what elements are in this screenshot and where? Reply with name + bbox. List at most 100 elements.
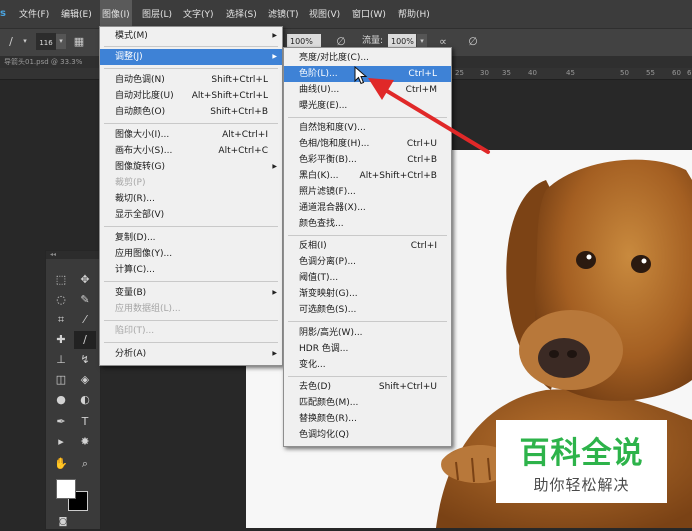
menu-item-channel-mixer[interactable]: 通道混合器(X)... bbox=[284, 200, 451, 216]
clone-stamp-tool-icon[interactable]: ⊥ bbox=[50, 351, 72, 369]
menu-item-invert[interactable]: 反相(I) Ctrl+I bbox=[284, 238, 451, 254]
ruler-tick: 40 bbox=[528, 69, 537, 77]
menu-type[interactable]: 文字(Y) bbox=[183, 0, 214, 28]
menu-view[interactable]: 视图(V) bbox=[309, 0, 340, 28]
eyedropper-tool-icon[interactable]: ⁄ bbox=[74, 311, 96, 329]
dodge-tool-icon[interactable]: ◐ bbox=[74, 391, 96, 409]
submenu-arrow-icon: ▶ bbox=[272, 350, 277, 357]
menu-separator bbox=[288, 376, 447, 377]
menu-separator bbox=[288, 321, 447, 322]
menu-item-trap: 陷印(T)... bbox=[115, 326, 155, 336]
document-tab[interactable]: 导箭头01.psd @ 33.3% bbox=[0, 56, 82, 68]
blur-tool-icon[interactable]: ● bbox=[50, 391, 72, 409]
paint-bucket-tool-icon[interactable]: ◈ bbox=[74, 371, 96, 389]
menu-separator bbox=[104, 46, 278, 47]
menu-separator bbox=[104, 226, 278, 227]
menu-help[interactable]: 帮助(H) bbox=[398, 0, 430, 28]
menu-separator bbox=[104, 320, 278, 321]
menu-item-color-lookup[interactable]: 颜色查找... bbox=[284, 216, 451, 232]
quick-mask-icon[interactable]: ◙ bbox=[52, 513, 74, 531]
menu-item-trim[interactable]: 裁切(R)... bbox=[100, 191, 282, 207]
tools-panel-header[interactable]: ◂◂ bbox=[46, 251, 100, 259]
watermark-title: 百科全说 bbox=[519, 436, 644, 471]
menu-filter[interactable]: 滤镜(T) bbox=[268, 0, 299, 28]
ruler-tick: 50 bbox=[620, 69, 629, 77]
tool-preset-dropdown[interactable]: ▾ bbox=[20, 34, 30, 49]
menu-item-analysis[interactable]: 分析(A) ▶ bbox=[100, 346, 282, 362]
ruler-tick: 55 bbox=[646, 69, 655, 77]
brush-panel-icon[interactable]: ▦ bbox=[70, 34, 88, 50]
menu-select[interactable]: 选择(S) bbox=[226, 0, 257, 28]
tools-panel: ◂◂ ⬚ ✥ ◌ ✎ ⌗ ⁄ ✚ ∕ ⊥ ↯ ◫ ◈ ● ◐ ✒ T ▸ ✸ ✋… bbox=[45, 250, 101, 530]
watermark-subtitle: 助你轻松解决 bbox=[533, 476, 630, 494]
submenu-arrow-icon: ▶ bbox=[272, 53, 277, 60]
menu-layer[interactable]: 图层(L) bbox=[142, 0, 172, 28]
zoom-tool-icon[interactable]: ⌕ bbox=[74, 455, 96, 473]
menu-item-brightness-contrast[interactable]: 亮度/对比度(C)... bbox=[284, 50, 451, 66]
menu-item-photo-filter[interactable]: 照片滤镜(F)... bbox=[284, 184, 451, 200]
menu-item-shadows-highlights[interactable]: 阴影/高光(W)... bbox=[284, 325, 451, 341]
crop-tool-icon[interactable]: ⌗ bbox=[50, 311, 72, 329]
brush-tool-icon[interactable]: ∕ bbox=[2, 34, 20, 50]
custom-shape-tool-icon[interactable]: ✸ bbox=[74, 433, 96, 451]
quick-select-tool-icon[interactable]: ✎ bbox=[74, 291, 96, 309]
menu-item-threshold[interactable]: 阈值(T)... bbox=[284, 270, 451, 286]
menu-item-match-color[interactable]: 匹配颜色(M)... bbox=[284, 395, 451, 411]
menu-item-equalize[interactable]: 色调均化(Q) bbox=[284, 427, 451, 443]
red-arrow-annotation-icon bbox=[368, 78, 490, 154]
menu-item-desaturate[interactable]: 去色(D) Shift+Ctrl+U bbox=[284, 379, 451, 395]
menu-item-apply-data-set: 应用数据组(L)... bbox=[115, 304, 181, 314]
menu-separator bbox=[104, 342, 278, 343]
menu-item-crop: 裁剪(P) bbox=[115, 178, 146, 188]
ruler-tick: 65 bbox=[687, 69, 692, 77]
eraser-tool-icon[interactable]: ◫ bbox=[50, 371, 72, 389]
type-tool-icon[interactable]: T bbox=[74, 413, 96, 431]
menu-window[interactable]: 窗口(W) bbox=[352, 0, 386, 28]
brush-size-dropdown[interactable]: ▾ bbox=[56, 34, 66, 49]
move-tool-icon[interactable]: ✥ bbox=[74, 271, 96, 289]
menu-item-variations[interactable]: 变化... bbox=[284, 357, 451, 373]
brush-size-preview[interactable]: 116 bbox=[36, 33, 56, 50]
menu-item-image-rotation[interactable]: 图像旋转(G) ▶ bbox=[100, 159, 282, 175]
menu-separator bbox=[104, 281, 278, 282]
menu-item-black-white[interactable]: 黑白(K)... Alt+Shift+Ctrl+B bbox=[284, 168, 451, 184]
menu-file[interactable]: 文件(F) bbox=[19, 0, 49, 28]
ruler-tick: 45 bbox=[566, 69, 575, 77]
menu-edit[interactable]: 编辑(E) bbox=[61, 0, 92, 28]
history-brush-tool-icon[interactable]: ↯ bbox=[74, 351, 96, 369]
menu-item-selective-color[interactable]: 可选颜色(S)... bbox=[284, 302, 451, 318]
menu-image[interactable]: 图像(I) bbox=[100, 0, 132, 28]
menu-item-variables[interactable]: 变量(B) ▶ bbox=[100, 285, 282, 301]
lasso-tool-icon[interactable]: ◌ bbox=[50, 291, 72, 309]
submenu-arrow-icon: ▶ bbox=[272, 289, 277, 296]
menu-separator bbox=[288, 235, 447, 236]
healing-brush-tool-icon[interactable]: ✚ bbox=[50, 331, 72, 349]
pen-tool-icon[interactable]: ✒ bbox=[50, 413, 72, 431]
menu-item-replace-color[interactable]: 替换颜色(R)... bbox=[284, 411, 451, 427]
menu-item-calculations[interactable]: 计算(C)... bbox=[100, 262, 282, 278]
menu-item-auto-color[interactable]: 自动颜色(O) Shift+Ctrl+B bbox=[100, 104, 282, 120]
menu-item-posterize[interactable]: 色调分离(P)... bbox=[284, 254, 451, 270]
menu-item-mode[interactable]: 模式(M) ▶ bbox=[100, 28, 282, 44]
menu-item-hdr-toning[interactable]: HDR 色调... bbox=[284, 341, 451, 357]
hand-tool-icon[interactable]: ✋ bbox=[50, 455, 72, 473]
ruler-tick: 35 bbox=[502, 69, 511, 77]
menu-item-adjustments[interactable]: 调整(J) ▶ bbox=[100, 49, 282, 65]
menu-item-reveal-all[interactable]: 显示全部(V) bbox=[100, 207, 282, 223]
menu-item-image-size[interactable]: 图像大小(I)... Alt+Ctrl+I bbox=[100, 127, 282, 143]
menu-item-auto-contrast[interactable]: 自动对比度(U) Alt+Shift+Ctrl+L bbox=[100, 88, 282, 104]
image-menu-dropdown: 模式(M) ▶ 调整(J) ▶ 自动色调(N) Shift+Ctrl+L 自动对比度(… bbox=[99, 26, 283, 366]
submenu-arrow-icon: ▶ bbox=[272, 163, 277, 170]
foreground-color-swatch[interactable] bbox=[56, 479, 76, 499]
menu-item-duplicate[interactable]: 复制(D)... bbox=[100, 230, 282, 246]
marquee-tool-icon[interactable]: ⬚ bbox=[50, 271, 72, 289]
brush-tool-icon[interactable]: ∕ bbox=[74, 331, 96, 349]
menu-item-gradient-map[interactable]: 渐变映射(G)... bbox=[284, 286, 451, 302]
ruler-tick: 60 bbox=[672, 69, 681, 77]
pressure-size-icon[interactable]: ∅ bbox=[464, 34, 482, 50]
menu-item-apply-image[interactable]: 应用图像(Y)... bbox=[100, 246, 282, 262]
menu-separator bbox=[104, 68, 278, 69]
menu-item-auto-tone[interactable]: 自动色调(N) Shift+Ctrl+L bbox=[100, 72, 282, 88]
path-select-tool-icon[interactable]: ▸ bbox=[50, 433, 72, 451]
menu-item-canvas-size[interactable]: 画布大小(S)... Alt+Ctrl+C bbox=[100, 143, 282, 159]
